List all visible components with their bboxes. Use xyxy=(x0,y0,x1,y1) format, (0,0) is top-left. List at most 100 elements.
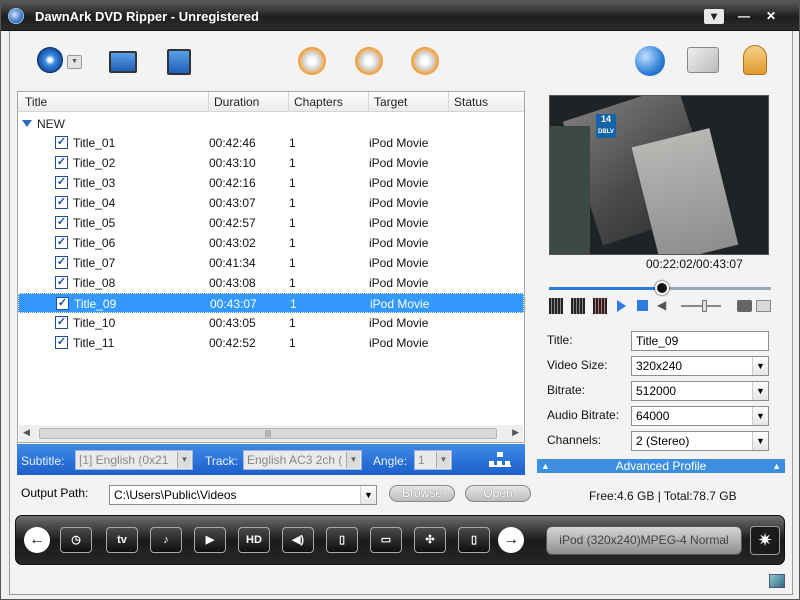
phone-icon[interactable]: ▯ xyxy=(326,527,358,553)
cell-chapters: 1 xyxy=(289,216,296,230)
network-icon[interactable] xyxy=(489,452,511,467)
track-select[interactable]: English AC3 2ch (▼ xyxy=(243,450,362,470)
music-note-icon[interactable]: ♪ xyxy=(150,527,182,553)
cell-title: Title_04 xyxy=(73,196,116,210)
header-status[interactable]: Status xyxy=(454,95,488,109)
table-row[interactable]: ✓ Title_03 00:42:16 1 iPod Movie xyxy=(18,173,524,193)
cell-title: Title_10 xyxy=(73,316,116,330)
stop-icon[interactable] xyxy=(637,300,648,311)
chart-status-icon[interactable] xyxy=(769,574,785,588)
sparkle-icon[interactable]: ✷ xyxy=(750,526,780,555)
hd-label: HD xyxy=(246,534,262,546)
seek-bar[interactable] xyxy=(549,281,771,295)
dvd-disc-icon[interactable] xyxy=(37,47,63,73)
row-checkbox[interactable]: ✓ xyxy=(55,156,68,169)
row-checkbox[interactable]: ✓ xyxy=(55,336,68,349)
row-checkbox[interactable]: ✓ xyxy=(55,196,68,209)
pause-disc-icon[interactable] xyxy=(355,47,383,75)
minimize-button[interactable]: — xyxy=(734,9,754,24)
cell-duration: 00:42:16 xyxy=(209,176,256,190)
angle-select[interactable]: 1 ▼ xyxy=(414,450,452,470)
scroll-thumb[interactable]: ||| xyxy=(39,428,497,439)
title-input[interactable]: Title_09 xyxy=(631,331,769,351)
convert-disc-icon[interactable] xyxy=(298,47,326,75)
psp-icon[interactable]: ▭ xyxy=(370,527,402,553)
table-row[interactable]: ✓ Title_07 00:41:34 1 iPod Movie xyxy=(18,253,524,273)
menu-dropdown-button[interactable]: ▾ xyxy=(704,9,724,24)
play-icon[interactable] xyxy=(617,300,626,312)
clip-icon[interactable] xyxy=(549,298,563,314)
audio-bitrate-select[interactable]: 64000 ▼ xyxy=(631,406,769,426)
subtitle-select[interactable]: [1] English (0x21 ▼ xyxy=(75,450,193,470)
browse-button[interactable]: Browse xyxy=(389,485,455,502)
table-row[interactable]: ✓ Title_06 00:43:02 1 iPod Movie xyxy=(18,233,524,253)
arrow-right-icon[interactable]: → xyxy=(498,527,524,553)
header-chapters[interactable]: Chapters xyxy=(294,95,343,109)
channel-logo: 14 DBLV xyxy=(596,114,616,138)
channels-select[interactable]: 2 (Stereo) ▼ xyxy=(631,431,769,451)
table-row[interactable]: ✓ Title_09 00:43:07 1 iPod Movie xyxy=(18,293,524,313)
network-share-icon[interactable]: ✣ xyxy=(414,527,446,553)
clock-icon[interactable]: ◷ xyxy=(60,527,92,553)
subtitle-value: [1] English (0x21 xyxy=(79,453,169,467)
clip-add-icon[interactable] xyxy=(571,298,585,314)
register-icon[interactable] xyxy=(687,47,719,73)
row-checkbox[interactable]: ✓ xyxy=(55,316,68,329)
output-path-input[interactable]: C:\Users\Public\Videos ▼ xyxy=(109,485,377,505)
header-target[interactable]: Target xyxy=(374,95,407,109)
open-button[interactable]: Open xyxy=(465,485,531,502)
load-folder-icon[interactable] xyxy=(109,51,137,73)
app-window: DawnArk DVD Ripper - Unregistered ▾ — ✕ … xyxy=(0,0,800,600)
volume-icon[interactable]: ◀ xyxy=(657,299,671,312)
title-list[interactable]: Title Duration Chapters Target Status NE… xyxy=(17,91,525,443)
header-title[interactable]: Title xyxy=(25,95,47,109)
advanced-profile-bar[interactable]: ▲ Advanced Profile ▲ xyxy=(537,459,785,473)
row-checkbox[interactable]: ✓ xyxy=(56,297,69,310)
table-row[interactable]: ✓ Title_11 00:42:52 1 iPod Movie xyxy=(18,333,524,353)
table-row[interactable]: ✓ Title_05 00:42:57 1 iPod Movie xyxy=(18,213,524,233)
app-disc-icon xyxy=(8,8,24,24)
profile-selector[interactable]: iPod (320x240)MPEG-4 Normal xyxy=(546,526,742,555)
volume-handle[interactable] xyxy=(702,300,707,312)
dropdown-arrow-icon[interactable]: ▼ xyxy=(67,55,82,69)
list-header: Title Duration Chapters Target Status xyxy=(18,92,524,112)
mobile-device-icon[interactable]: ▯ xyxy=(458,527,490,553)
bitrate-select[interactable]: 512000 ▼ xyxy=(631,381,769,401)
table-row[interactable]: ✓ Title_02 00:43:10 1 iPod Movie xyxy=(18,153,524,173)
expand-triangle-icon[interactable] xyxy=(22,120,32,127)
table-row[interactable]: ✓ Title_08 00:43:08 1 iPod Movie xyxy=(18,273,524,293)
table-row[interactable]: ✓ Title_01 00:42:46 1 iPod Movie xyxy=(18,133,524,153)
row-checkbox[interactable]: ✓ xyxy=(55,256,68,269)
output-path-value: C:\Users\Public\Videos xyxy=(114,488,237,502)
load-file-icon[interactable] xyxy=(167,49,191,75)
table-row[interactable]: ✓ Title_04 00:43:07 1 iPod Movie xyxy=(18,193,524,213)
row-checkbox[interactable]: ✓ xyxy=(55,236,68,249)
open-folder-icon[interactable] xyxy=(756,300,771,312)
video-player-icon[interactable]: ▶ xyxy=(194,527,226,553)
video-size-select[interactable]: 320x240 ▼ xyxy=(631,356,769,376)
row-checkbox[interactable]: ✓ xyxy=(55,176,68,189)
track-value: English AC3 2ch ( xyxy=(247,453,343,467)
scroll-right-icon[interactable]: ▶ xyxy=(512,427,519,438)
snapshot-camera-icon[interactable] xyxy=(737,300,752,312)
cell-title: Title_01 xyxy=(73,136,116,150)
close-button[interactable]: ✕ xyxy=(761,9,781,24)
row-checkbox[interactable]: ✓ xyxy=(55,216,68,229)
stop-disc-icon[interactable] xyxy=(411,47,439,75)
apple-tv-icon[interactable]: tv xyxy=(106,527,138,553)
row-checkbox[interactable]: ✓ xyxy=(55,136,68,149)
scroll-left-icon[interactable]: ◀ xyxy=(23,427,30,438)
group-new[interactable]: NEW xyxy=(22,117,65,131)
cell-title: Title_05 xyxy=(73,216,116,230)
arrow-left-icon[interactable]: ← xyxy=(24,527,50,553)
volume-slider[interactable] xyxy=(681,300,721,312)
header-duration[interactable]: Duration xyxy=(214,95,259,109)
horizontal-scrollbar[interactable]: ◀ ||| ▶ xyxy=(19,425,523,442)
audio-wave-icon[interactable]: ◀) xyxy=(282,527,314,553)
clip-remove-icon[interactable] xyxy=(593,298,607,314)
globe-icon[interactable] xyxy=(635,46,665,76)
help-user-icon[interactable] xyxy=(743,45,767,75)
hd-icon[interactable]: HD xyxy=(238,527,270,553)
row-checkbox[interactable]: ✓ xyxy=(55,276,68,289)
table-row[interactable]: ✓ Title_10 00:43:05 1 iPod Movie xyxy=(18,313,524,333)
